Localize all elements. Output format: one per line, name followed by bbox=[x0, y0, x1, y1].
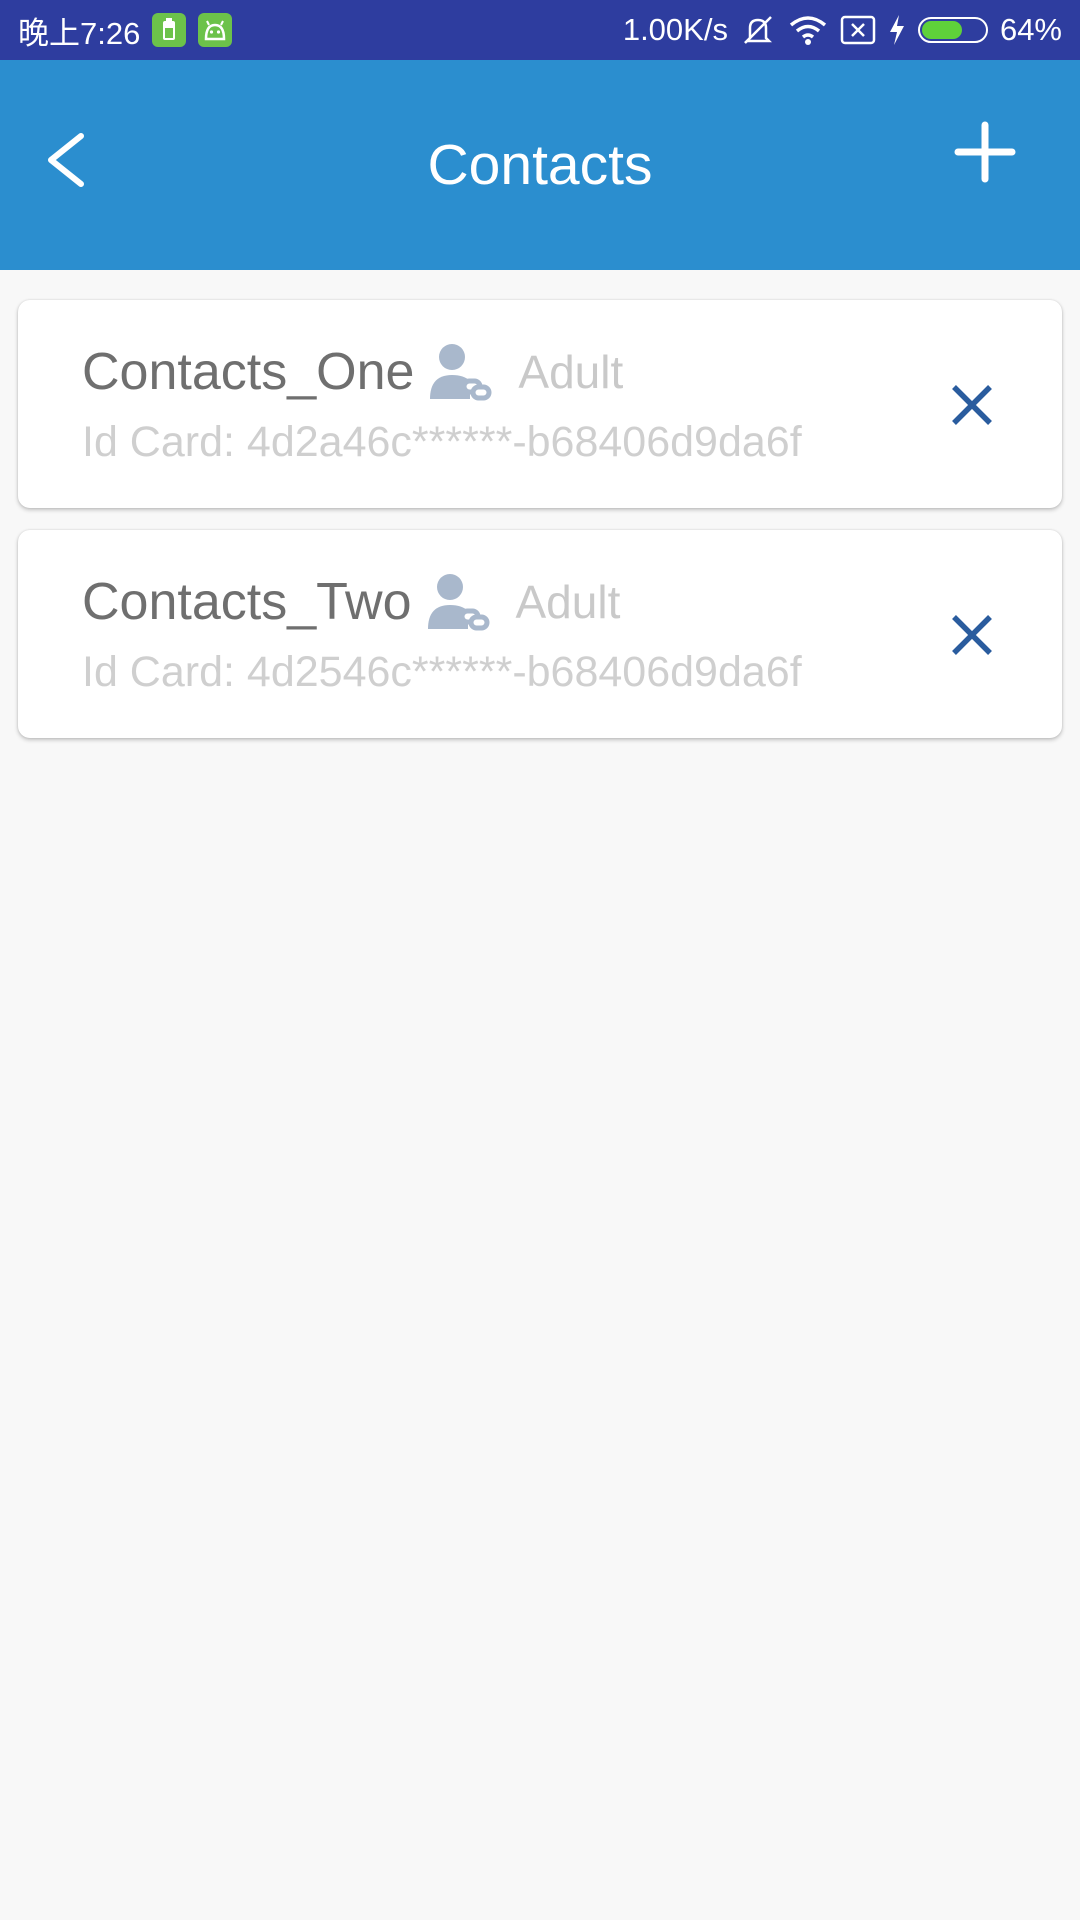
plus-icon bbox=[954, 121, 1016, 183]
wifi-icon bbox=[788, 14, 828, 46]
app-header: Contacts bbox=[0, 60, 1080, 270]
id-card-label: Id Card: bbox=[82, 648, 235, 696]
contact-name: Contacts_Two bbox=[82, 573, 412, 631]
close-icon bbox=[952, 385, 992, 425]
contact-card[interactable]: Contacts_One Adult Id Card: 4d2a46c*****… bbox=[18, 300, 1062, 508]
battery-level-fill bbox=[921, 21, 962, 39]
battery-percent: 64% bbox=[999, 12, 1062, 47]
status-bar: 晚上7:26 1.00K/s 64% bbox=[0, 0, 1080, 60]
contact-card[interactable]: Contacts_Two Adult Id Card: 4d2546c*****… bbox=[18, 530, 1062, 738]
contact-list: Contacts_One Adult Id Card: 4d2a46c*****… bbox=[18, 300, 1062, 760]
contact-id-card: Id Card: 4d2a46c******-b68406d9da6f bbox=[82, 418, 802, 467]
person-link-icon bbox=[426, 571, 490, 633]
no-sim-icon bbox=[840, 14, 876, 46]
close-icon bbox=[952, 615, 992, 655]
contact-name: Contacts_One bbox=[82, 343, 415, 401]
contact-header-row: Contacts_Two Adult bbox=[82, 562, 620, 642]
battery-app-icon bbox=[152, 13, 187, 47]
contact-type: Adult bbox=[518, 346, 624, 398]
contact-type: Adult bbox=[515, 576, 621, 628]
id-card-value: 4d2546c******-b68406d9da6f bbox=[246, 648, 802, 696]
charging-icon bbox=[888, 14, 906, 46]
contact-id-card: Id Card: 4d2546c******-b68406d9da6f bbox=[82, 648, 802, 697]
battery-icon bbox=[917, 17, 988, 43]
person-link-icon bbox=[428, 341, 492, 403]
page-title: Contacts bbox=[427, 133, 653, 197]
contact-header-row: Contacts_One Adult bbox=[82, 332, 623, 412]
mute-icon bbox=[740, 12, 776, 48]
network-speed: 1.00K/s bbox=[622, 12, 728, 47]
android-app-icon bbox=[198, 13, 233, 47]
delete-contact-button[interactable] bbox=[942, 605, 1002, 665]
id-card-label: Id Card: bbox=[82, 418, 235, 466]
status-bar-left: 晚上7:26 bbox=[18, 0, 233, 60]
delete-contact-button[interactable] bbox=[942, 375, 1002, 435]
status-bar-right: 1.00K/s 64% bbox=[623, 0, 1062, 60]
add-contact-button[interactable] bbox=[950, 117, 1020, 187]
status-time: 晚上7:26 bbox=[18, 15, 141, 51]
id-card-value: 4d2a46c******-b68406d9da6f bbox=[246, 418, 802, 466]
